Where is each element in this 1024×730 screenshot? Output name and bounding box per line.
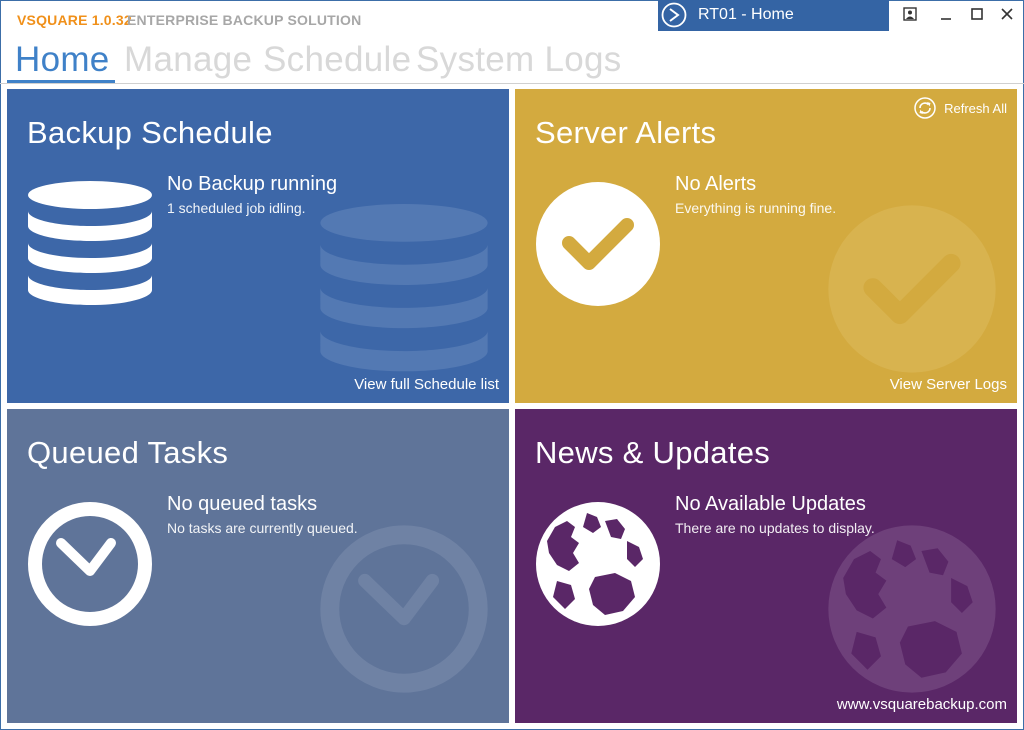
check-watermark-icon — [828, 205, 996, 373]
main-nav: Home Manage Schedule System Logs — [0, 36, 1024, 84]
database-icon — [28, 181, 152, 305]
tile-news-updates[interactable]: News & Updates No Available Updates Ther… — [515, 409, 1017, 723]
tile-title: Server Alerts — [535, 115, 717, 150]
tile-title: News & Updates — [535, 435, 771, 470]
tile-detail: Everything is running fine. — [675, 200, 837, 216]
tile-server-alerts[interactable]: Refresh All Server Alerts No Alerts Ever… — [515, 89, 1017, 403]
maximize-button[interactable] — [965, 4, 989, 26]
app-subtitle: ENTERPRISE BACKUP SOLUTION — [127, 12, 362, 28]
check-circle-icon — [536, 182, 660, 306]
close-button[interactable] — [995, 4, 1019, 26]
tile-headline: No Alerts — [675, 173, 757, 195]
maximize-icon — [971, 8, 983, 20]
refresh-icon — [914, 97, 936, 119]
app-name: VSQUARE 1.0.32 — [17, 12, 132, 28]
close-icon — [1001, 8, 1013, 20]
user-button[interactable] — [898, 4, 922, 26]
tile-title: Queued Tasks — [27, 435, 229, 470]
tile-headline: No Available Updates — [675, 493, 866, 515]
arrow-right-circle-icon — [661, 2, 687, 28]
view-schedule-link[interactable]: View full Schedule list — [354, 376, 499, 393]
title-bar: VSQUARE 1.0.32 ENTERPRISE BACKUP SOLUTIO… — [0, 0, 1024, 36]
tile-detail: 1 scheduled job idling. — [167, 200, 306, 216]
server-tab[interactable]: RT01 - Home — [658, 0, 889, 31]
server-tab-label: RT01 - Home — [698, 6, 794, 23]
view-server-logs-link[interactable]: View Server Logs — [890, 376, 1007, 393]
user-icon — [903, 7, 917, 21]
clock-icon — [28, 502, 152, 626]
tab-schedule[interactable]: Schedule — [263, 40, 411, 80]
tab-system-logs[interactable]: System Logs — [416, 40, 622, 80]
database-watermark-icon — [320, 204, 488, 372]
minimize-button[interactable] — [934, 4, 958, 26]
tile-title: Backup Schedule — [27, 115, 273, 150]
tab-manage[interactable]: Manage — [124, 40, 252, 80]
tile-headline: No Backup running — [167, 173, 338, 195]
globe-watermark-icon — [828, 525, 996, 693]
tile-backup-schedule[interactable]: Backup Schedule No Backup running 1 sche… — [7, 89, 509, 403]
nav-divider — [0, 83, 1024, 84]
tab-home[interactable]: Home — [15, 40, 110, 80]
globe-icon — [536, 502, 660, 626]
clock-watermark-icon — [320, 525, 488, 693]
refresh-all-label: Refresh All — [944, 100, 1007, 116]
minimize-icon — [941, 18, 951, 20]
tile-headline: No queued tasks — [167, 493, 318, 515]
tile-queued-tasks[interactable]: Queued Tasks No queued tasks No tasks ar… — [7, 409, 509, 723]
refresh-all-button[interactable]: Refresh All — [914, 97, 1007, 119]
website-link[interactable]: www.vsquarebackup.com — [837, 696, 1007, 713]
